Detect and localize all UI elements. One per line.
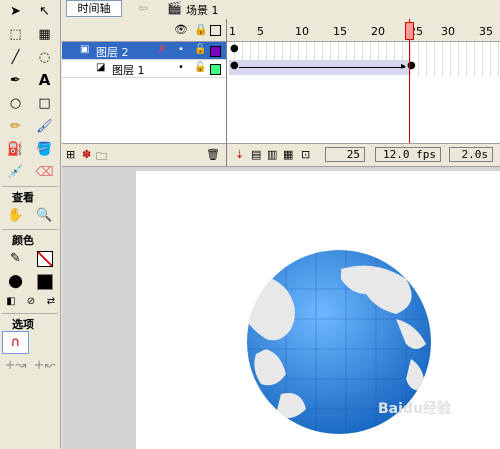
layer-row-2[interactable]: ▣ 图层 2 ✗ • 🔓: [62, 42, 226, 60]
frames-area: 1 5 10 15 20 25 30 35 ● ● ▸ ● ⇣ ▤ ▥ ▦ ⊡ 25 12.0…: [227, 19, 500, 166]
ruler-tick: 1: [229, 25, 236, 38]
ruler-tick: 10: [295, 25, 309, 38]
rectangle-tool-icon[interactable]: □: [31, 92, 58, 115]
fill-transform-tool-icon[interactable]: ▦: [31, 23, 58, 46]
trash-icon[interactable]: 🗑: [206, 148, 220, 161]
tools-options-section: 选项: [2, 313, 58, 331]
visible-dot-icon[interactable]: •: [178, 44, 184, 55]
lock-icon[interactable]: 🔒: [194, 23, 208, 36]
stroke-swatch[interactable]: [31, 247, 58, 270]
frame-ruler[interactable]: 1 5 10 15 20 25 30 35: [227, 19, 500, 42]
back-arrow-icon[interactable]: ⇦: [134, 0, 152, 17]
fill-color-icon[interactable]: ⬤: [2, 270, 29, 293]
no-color-icon[interactable]: ⊘: [22, 293, 40, 311]
straighten-icon[interactable]: +↜: [31, 354, 58, 377]
tween-arrow: [239, 67, 405, 68]
line-tool-icon[interactable]: ╱: [2, 46, 29, 69]
timeline-status: ⇣ ▤ ▥ ▦ ⊡ 25 12.0 fps 2.0s: [227, 143, 500, 166]
motion-tween[interactable]: ● ▸ ●: [229, 60, 416, 75]
layer-name: 图层 2: [96, 46, 129, 59]
keyframe-icon: ●: [230, 60, 239, 71]
ruler-tick: 20: [371, 25, 385, 38]
pen-tool-icon[interactable]: ✒: [2, 69, 29, 92]
brush-tool-icon[interactable]: 🖌: [31, 115, 58, 138]
onion-markers-icon[interactable]: ⊡: [301, 148, 310, 161]
layer-toolbar: ⊞ ✽ 🗀 🗑: [62, 143, 226, 166]
swap-colors-icon[interactable]: ⇄: [42, 293, 60, 311]
add-folder-icon[interactable]: 🗀: [96, 148, 107, 167]
keyframe-icon: ●: [230, 43, 239, 54]
pencil-edit-icon: ✗: [158, 44, 167, 55]
black-white-icon[interactable]: ◧: [2, 293, 20, 311]
snap-magnet-icon[interactable]: ∩: [2, 331, 29, 354]
layer-header: 👁 🔒: [62, 19, 226, 42]
free-transform-tool-icon[interactable]: ⬚: [2, 23, 29, 46]
ink-bottle-tool-icon[interactable]: ⛽: [2, 138, 29, 161]
watermark: Baidu经验: [378, 401, 451, 417]
onion-skin-icon[interactable]: ▤: [251, 148, 261, 161]
tools-color-section: 颜色: [2, 229, 58, 247]
ruler-tick: 5: [257, 25, 264, 38]
frame-rate-field: 12.0 fps: [375, 147, 441, 162]
hand-tool-icon[interactable]: ✋: [2, 204, 29, 227]
playhead-handle[interactable]: [405, 22, 414, 40]
layer-icon: ▣: [80, 44, 90, 55]
pencil-tool-icon[interactable]: ✏: [2, 115, 29, 138]
lock-toggle-icon[interactable]: 🔓: [194, 62, 206, 73]
fill-swatch[interactable]: [31, 270, 58, 293]
layer-row-1[interactable]: ◪ 图层 1 • 🔓: [62, 60, 226, 78]
arrow-head-icon: ▸: [401, 61, 407, 72]
eraser-tool-icon[interactable]: ⌫: [31, 161, 58, 184]
current-frame-field: 25: [325, 147, 365, 162]
add-guide-icon[interactable]: ✽: [82, 148, 91, 161]
edit-multiple-icon[interactable]: ▦: [283, 148, 293, 161]
visible-dot-icon[interactable]: •: [178, 62, 184, 73]
outline-swatch[interactable]: [210, 46, 221, 57]
stroke-color-icon[interactable]: ✎: [2, 247, 29, 270]
add-layer-icon[interactable]: ⊞: [66, 148, 75, 161]
text-tool-icon[interactable]: A: [31, 69, 58, 92]
motion-guide-icon: ◪: [96, 62, 106, 73]
ruler-tick: 15: [333, 25, 347, 38]
ruler-tick: 35: [479, 25, 493, 38]
scene-label[interactable]: 场景 1: [186, 2, 219, 18]
top-bar: 时间轴 ⇦ 🎬 场景 1: [62, 0, 500, 20]
layer-panel: 👁 🔒 ▣ 图层 2 ✗ • 🔓 ◪ 图层 1 • 🔓 ⊞ ✽ 🗀 🗑: [62, 19, 227, 166]
frame-rows[interactable]: ● ● ▸ ●: [227, 42, 500, 76]
paint-bucket-tool-icon[interactable]: 🪣: [31, 138, 58, 161]
center-frame-icon[interactable]: ⇣: [235, 148, 244, 161]
layer-name: 图层 1: [112, 64, 145, 77]
zoom-tool-icon[interactable]: 🔍: [31, 204, 58, 227]
ruler-tick: 30: [441, 25, 455, 38]
timeline-tab[interactable]: 时间轴: [66, 0, 122, 17]
onion-outline-icon[interactable]: ▥: [267, 148, 277, 161]
oval-tool-icon[interactable]: ○: [2, 92, 29, 115]
smooth-icon[interactable]: +↝: [2, 354, 29, 377]
scene-clapper-icon: 🎬: [167, 1, 182, 15]
subselect-tool-icon[interactable]: ↖: [31, 0, 58, 23]
eyedropper-tool-icon[interactable]: 💉: [2, 161, 29, 184]
lock-toggle-icon[interactable]: 🔓: [194, 44, 206, 55]
eye-icon[interactable]: 👁: [174, 23, 188, 36]
elapsed-time-field: 2.0s: [449, 147, 493, 162]
outline-swatch[interactable]: [210, 64, 221, 75]
arrow-tool-icon[interactable]: ➤: [2, 0, 29, 23]
tools-panel: ➤ ↖ ⬚ ▦ ╱ ◌ ✒ A ○ □ ✏ 🖌 ⛽ 🪣 💉 ⌫ 查看 ✋ 🔍 颜…: [0, 0, 61, 448]
outline-icon[interactable]: [210, 25, 221, 36]
lasso-tool-icon[interactable]: ◌: [31, 46, 58, 69]
tools-view-section: 查看: [2, 186, 58, 204]
